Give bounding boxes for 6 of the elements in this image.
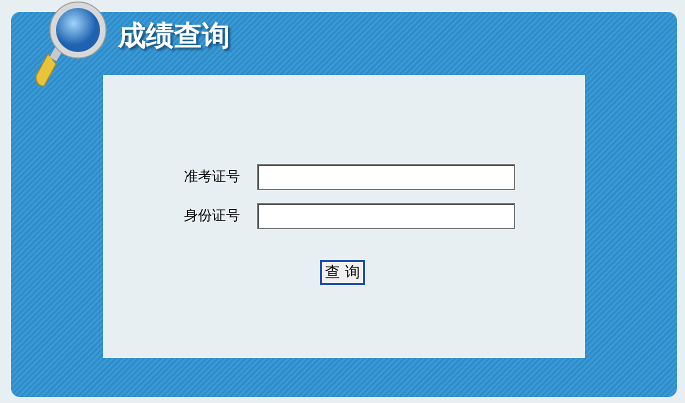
page-title: 成绩查询 (118, 18, 230, 54)
field-label: 身份证号 (183, 207, 240, 225)
input-field[interactable] (257, 164, 515, 190)
input-field[interactable] (257, 203, 515, 229)
field-label: 准考证号 (183, 168, 240, 186)
query-button[interactable]: 查 询 (320, 260, 365, 285)
